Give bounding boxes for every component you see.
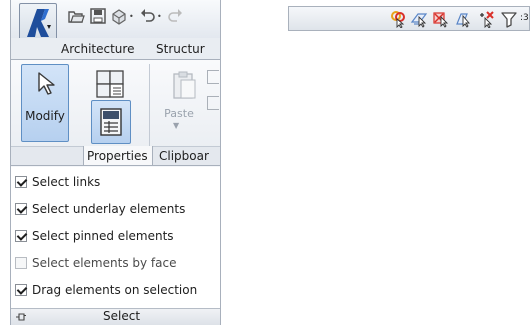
option-label: Select elements by face	[32, 256, 177, 270]
modify-button[interactable]: Modify	[21, 64, 69, 142]
open-icon[interactable]	[67, 7, 85, 25]
paste-icon	[171, 70, 197, 102]
select-underlay-icon[interactable]	[410, 10, 428, 28]
sync-icon[interactable]	[110, 7, 128, 25]
pin-panel-icon[interactable]	[15, 311, 27, 323]
tab-architecture[interactable]: Architecture	[61, 42, 134, 56]
app-logo-icon	[27, 9, 51, 37]
properties-button[interactable]	[91, 100, 131, 144]
option-label: Select pinned elements	[32, 229, 174, 243]
cursor-arrow-icon	[38, 72, 55, 95]
option-select-underlay[interactable]: Select underlay elements	[15, 198, 185, 220]
option-select-by-face[interactable]: Select elements by face	[15, 252, 176, 274]
group-properties: Properties	[87, 149, 148, 163]
select-underlay-checkbox[interactable]	[15, 203, 27, 215]
undo-dropdown-icon[interactable]: •	[157, 12, 162, 21]
copy-icon	[207, 96, 219, 110]
undo-icon[interactable]	[139, 7, 157, 25]
option-label: Select underlay elements	[32, 202, 186, 216]
ribbon-separator	[149, 64, 150, 146]
qat-dropdown-icon[interactable]: •	[129, 12, 134, 21]
tab-structure[interactable]: Structur	[156, 42, 205, 56]
redo-icon[interactable]	[166, 7, 184, 25]
drag-on-selection-checkbox[interactable]	[15, 284, 27, 296]
select-panel-label: Select	[103, 309, 141, 323]
properties-icon	[100, 108, 122, 136]
drag-on-selection-icon[interactable]	[478, 10, 496, 29]
option-label: Select links	[32, 175, 101, 189]
group-clipboard: Clipboar	[159, 149, 209, 163]
paste-label: Paste	[164, 107, 194, 120]
modify-label: Modify	[25, 109, 65, 123]
select-by-face-icon[interactable]	[455, 10, 473, 28]
select-links-checkbox[interactable]	[15, 176, 27, 188]
select-links-icon[interactable]	[389, 10, 407, 29]
save-icon[interactable]	[89, 7, 107, 25]
type-properties-icon[interactable]	[95, 68, 127, 100]
option-label: Drag elements on selection	[32, 283, 198, 297]
select-pinned-checkbox[interactable]	[15, 230, 27, 242]
filter-count: :3	[520, 13, 529, 23]
ribbon-panel: A • • Architecture Structur Modify	[10, 0, 221, 325]
option-select-pinned[interactable]: Select pinned elements	[15, 225, 174, 247]
select-pinned-icon[interactable]	[432, 10, 450, 28]
option-select-links[interactable]: Select links	[15, 171, 100, 193]
cut-icon	[207, 70, 219, 84]
filter-icon[interactable]	[500, 10, 518, 28]
option-drag-on-selection[interactable]: Drag elements on selection	[15, 279, 197, 301]
select-by-face-checkbox[interactable]	[15, 257, 27, 269]
paste-dropdown-icon: ▼	[173, 121, 180, 130]
